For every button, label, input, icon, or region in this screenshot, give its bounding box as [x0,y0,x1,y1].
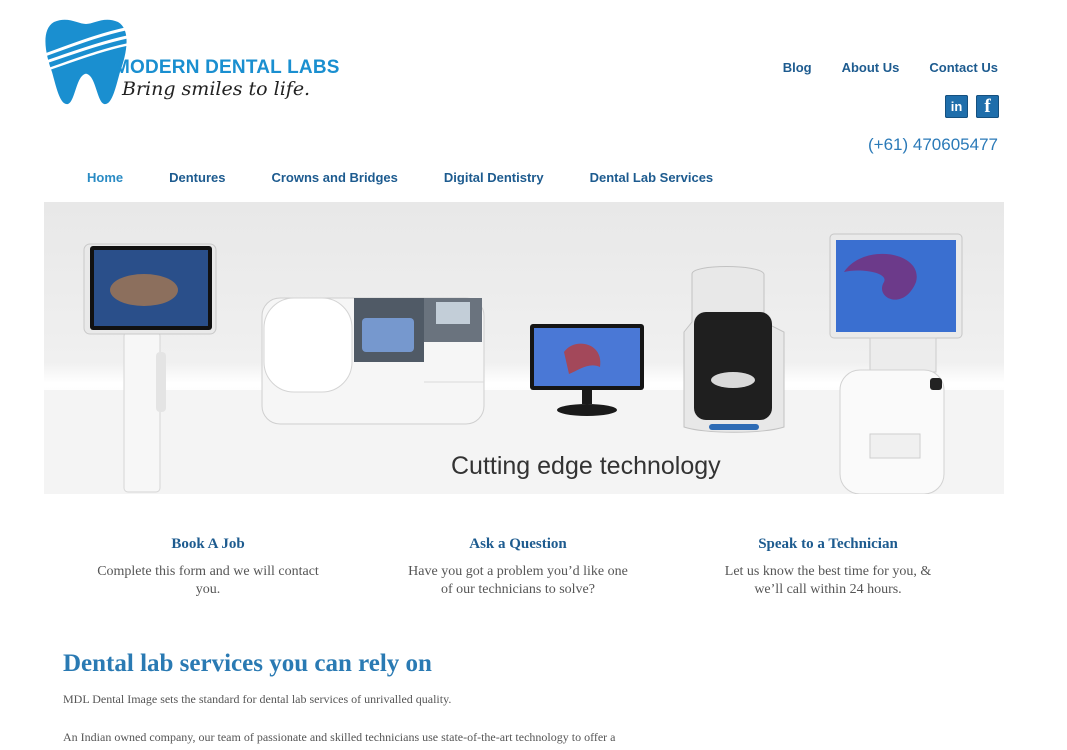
nav-dentures-link[interactable]: Dentures [169,170,225,185]
nav-crowns-bridges-link[interactable]: Crowns and Bridges [271,170,397,185]
feature-ask-a-question[interactable]: Ask a Question Have you got a problem yo… [388,536,648,599]
nav-home-link[interactable]: Home [87,170,123,185]
nav-about-us-link[interactable]: About Us [842,60,900,75]
dental-equipment-image [44,233,1004,494]
linkedin-icon[interactable]: in [945,95,968,118]
site-logo[interactable]: MODERN DENTAL LABS Bring smiles to life. [38,14,339,118]
feature-title[interactable]: Ask a Question [388,536,648,553]
social-links: in f [945,95,999,118]
milling-machine [261,297,485,425]
nav-contact-us-link[interactable]: Contact Us [929,60,998,75]
feature-text: Have you got a problem you’d like one of… [408,564,628,597]
nav-blog-link[interactable]: Blog [783,60,812,75]
feature-title[interactable]: Speak to a Technician [698,536,958,553]
main-nav: Home Dentures Crowns and Bridges Digital… [87,170,759,185]
top-nav: Blog About Us Contact Us [783,60,998,75]
phone-number[interactable]: (+61) 470605477 [868,135,998,155]
feature-text: Let us know the best time for you, & we’… [724,564,932,597]
cad-workstation [829,233,963,494]
page-title: Dental lab services you can rely on [63,650,432,677]
hero-caption: Cutting edge technology [451,452,721,480]
feature-book-a-job[interactable]: Book A Job Complete this form and we wil… [78,536,338,599]
feature-text: Complete this form and we will contact y… [97,564,319,597]
facebook-icon[interactable]: f [976,95,999,118]
hero-banner: Cutting edge technology [44,202,1004,494]
nav-dental-lab-services-link[interactable]: Dental Lab Services [590,170,714,185]
feature-speak-to-technician[interactable]: Speak to a Technician Let us know the be… [698,536,958,599]
body-paragraph: An Indian owned company, our team of pas… [63,730,616,744]
intro-paragraph: MDL Dental Image sets the standard for d… [63,692,452,706]
lab-scanner [683,266,785,433]
nav-digital-dentistry-link[interactable]: Digital Dentistry [444,170,544,185]
brand-tagline: Bring smiles to life. [122,78,311,100]
feature-title[interactable]: Book A Job [78,536,338,553]
brand-name: MODERN DENTAL LABS [114,57,340,78]
